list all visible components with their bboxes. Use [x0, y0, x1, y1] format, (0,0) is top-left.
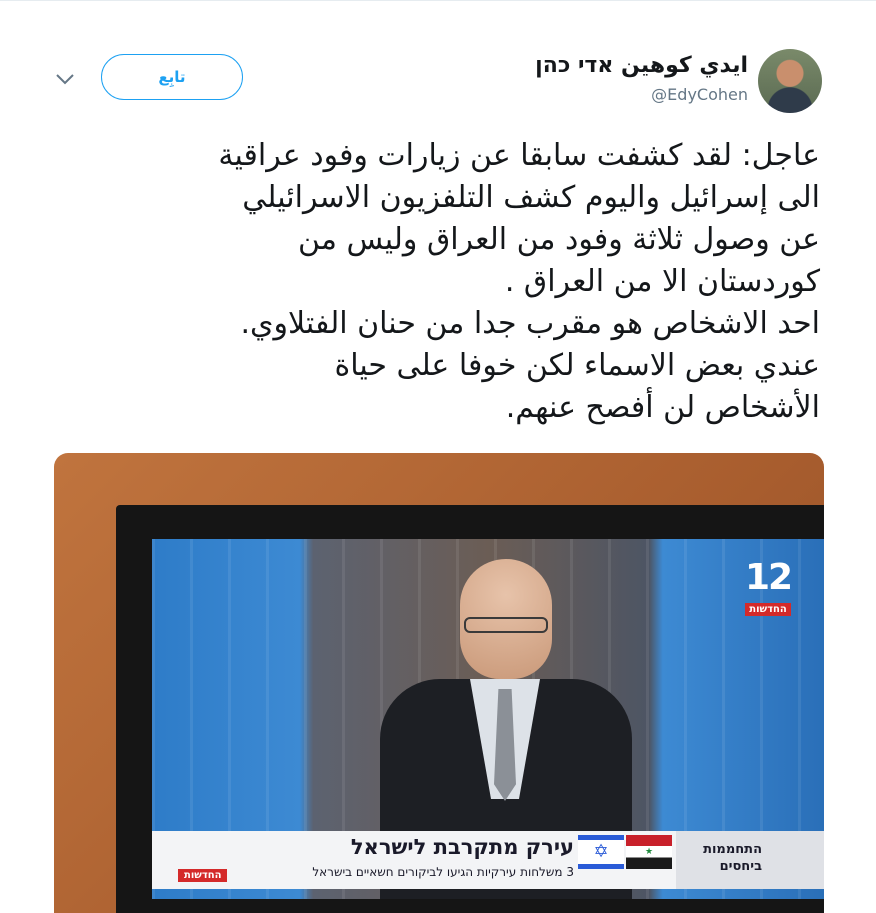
tweet-media-image[interactable]: 12 החדשות עירק מתקרבת לישראל 3 משלחות עי… [54, 453, 824, 913]
ticker-tag-text: התחממות ביחסים [703, 842, 762, 874]
ticker-subline: 3 משלחות עירקיות הגיעו לביקורים חשאיים ב… [312, 865, 574, 879]
channel-number: 12 [744, 557, 793, 598]
tweet-text: عاجل: لقد كشفت سابقا عن زيارات وفود عراق… [218, 138, 820, 425]
tweet-header: ايدي كوهين אדי כהן @EdyCohen تابِع [0, 1, 876, 121]
avatar[interactable] [758, 49, 822, 113]
chevron-down-icon[interactable] [53, 69, 77, 89]
channel-logo: 12 החדשות [740, 559, 796, 617]
author-display-name[interactable]: ايدي كوهين אדי כהן [535, 53, 748, 78]
ticker-news-label: החדשות [178, 869, 228, 882]
tv-screen: 12 החדשות עירק מתקרבת לישראל 3 משלחות עי… [152, 539, 824, 899]
anchor-glasses [464, 617, 548, 633]
news-ticker: עירק מתקרבת לישראל 3 משלחות עירקיות הגיע… [152, 831, 824, 889]
channel-label: החדשות [745, 603, 791, 616]
ticker-headline: עירק מתקרבת לישראל [350, 835, 574, 859]
iraq-flag-icon: ★ [626, 835, 672, 869]
follow-button[interactable]: تابِع [101, 54, 243, 100]
tweet-card: ايدي كوهين אדי כהן @EdyCohen تابِع عاجل:… [0, 0, 876, 913]
israel-flag-icon: ✡ [578, 835, 624, 869]
author-handle[interactable]: @EdyCohen [651, 85, 748, 104]
ticker-tag: התחממות ביחסים [676, 831, 824, 889]
